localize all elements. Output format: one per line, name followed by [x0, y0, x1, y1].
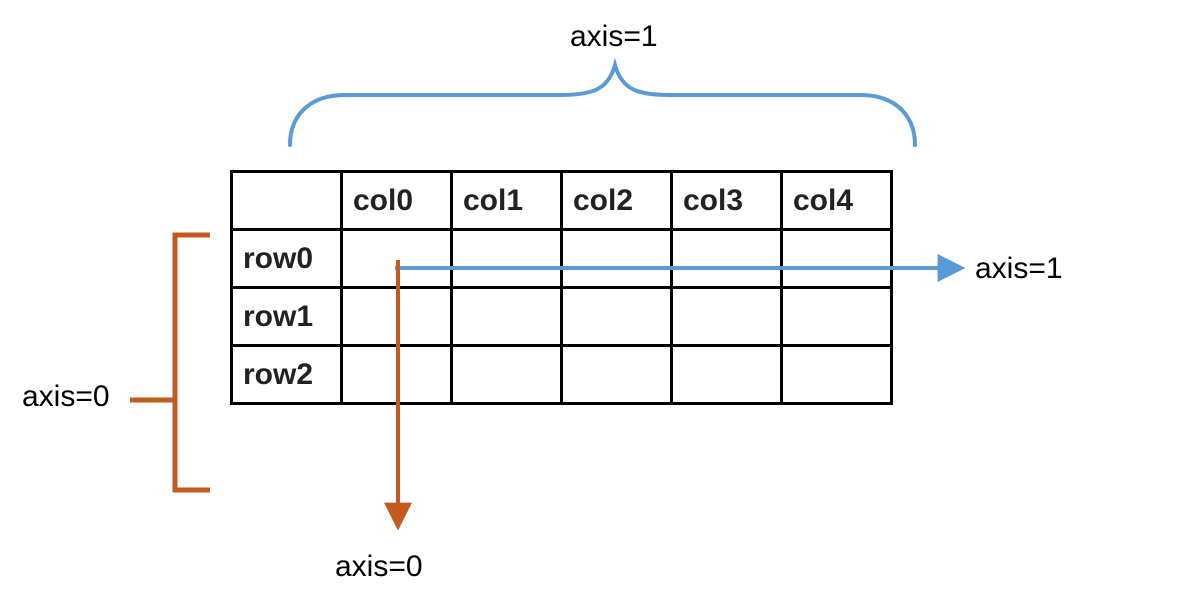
cell	[342, 346, 452, 404]
axis0-left-label: axis=0	[22, 380, 110, 414]
col-header: col3	[672, 172, 782, 230]
cell	[562, 288, 672, 346]
corner-cell	[232, 172, 342, 230]
data-row: row0	[232, 230, 892, 288]
cell	[672, 230, 782, 288]
data-row: row1	[232, 288, 892, 346]
col-header: col4	[782, 172, 892, 230]
row-header: row0	[232, 230, 342, 288]
axis0-bottom-label: axis=0	[335, 550, 423, 584]
axis0-bracket-icon	[130, 235, 210, 490]
header-row: col0 col1 col2 col3 col4	[232, 172, 892, 230]
data-row: row2	[232, 346, 892, 404]
axis1-brace-icon	[290, 65, 915, 145]
cell	[342, 288, 452, 346]
col-header: col2	[562, 172, 672, 230]
cell	[452, 346, 562, 404]
cell	[672, 288, 782, 346]
axis-grid-table: col0 col1 col2 col3 col4 row0 row1 row2	[230, 170, 893, 405]
row-header: row1	[232, 288, 342, 346]
row-header: row2	[232, 346, 342, 404]
axis1-top-label: axis=1	[570, 20, 658, 54]
cell	[562, 346, 672, 404]
cell	[782, 230, 892, 288]
axis1-right-label: axis=1	[975, 252, 1063, 286]
col-header: col0	[342, 172, 452, 230]
cell	[452, 288, 562, 346]
cell	[672, 346, 782, 404]
cell	[562, 230, 672, 288]
col-header: col1	[452, 172, 562, 230]
cell	[342, 230, 452, 288]
cell	[452, 230, 562, 288]
cell	[782, 288, 892, 346]
cell	[782, 346, 892, 404]
